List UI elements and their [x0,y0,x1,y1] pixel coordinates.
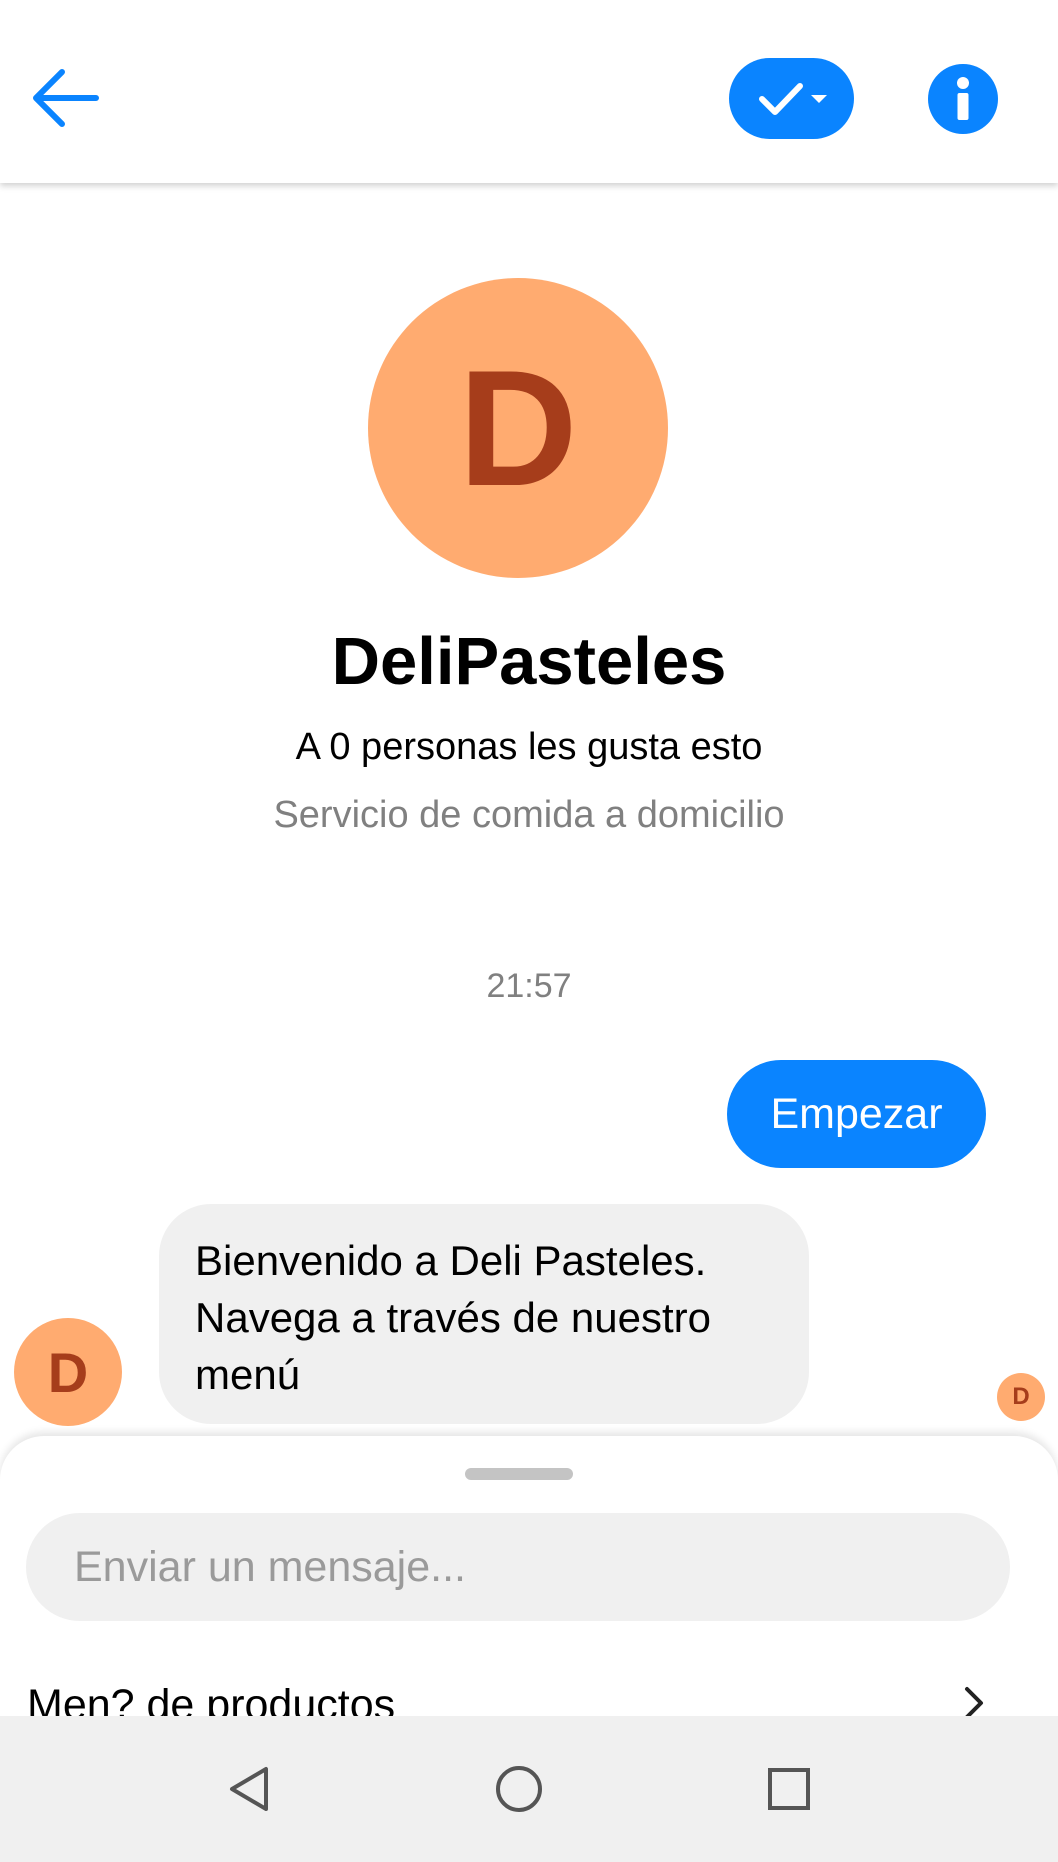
avatar-letter: D [1012,1383,1030,1410]
triangle-back-icon [230,1767,268,1811]
avatar-letter: D [47,1340,89,1404]
back-button[interactable] [20,58,110,138]
sender-avatar[interactable]: D [14,1318,122,1426]
app-header [0,0,1058,183]
message-timestamp: 21:57 [486,967,572,1005]
menu-item-label: Men? de productos [27,1681,396,1716]
square-recents-icon [768,1768,810,1810]
composer-sheet: Men? de productos [0,1436,1058,1716]
message-input[interactable] [26,1513,1010,1621]
circle-home-icon [496,1766,542,1812]
sent-message-bubble[interactable]: Empezar [727,1060,986,1168]
page-avatar[interactable]: D [368,278,668,578]
message-line: menú [195,1351,301,1398]
caret-down-icon [810,94,827,103]
received-message-bubble[interactable]: Bienvenido a Deli Pasteles. Navega a tra… [159,1204,809,1424]
system-navigation-bar [0,1716,1058,1862]
chevron-right-icon [965,1687,983,1716]
info-icon [957,77,969,120]
page-category: Servicio de comida a domicilio [273,794,785,836]
drag-handle[interactable] [465,1468,573,1480]
message-line: Bienvenido a Deli Pasteles. [195,1237,707,1284]
arrow-left-icon [33,69,99,127]
persistent-menu-item[interactable]: Men? de productos [0,1681,1058,1716]
avatar-letter: D [458,335,578,520]
seen-indicator-avatar: D [997,1373,1045,1421]
likes-count: A 0 personas les gusta esto [295,726,763,768]
nav-recents-button[interactable] [754,1754,824,1824]
message-line: Navega a través de nuestro [195,1294,711,1341]
nav-home-button[interactable] [484,1754,554,1824]
checkmark-icon [758,82,803,115]
page-title: DeliPasteles [331,624,727,699]
info-button[interactable] [928,64,998,134]
nav-back-button[interactable] [214,1754,284,1824]
status-dropdown-button[interactable] [729,58,854,139]
